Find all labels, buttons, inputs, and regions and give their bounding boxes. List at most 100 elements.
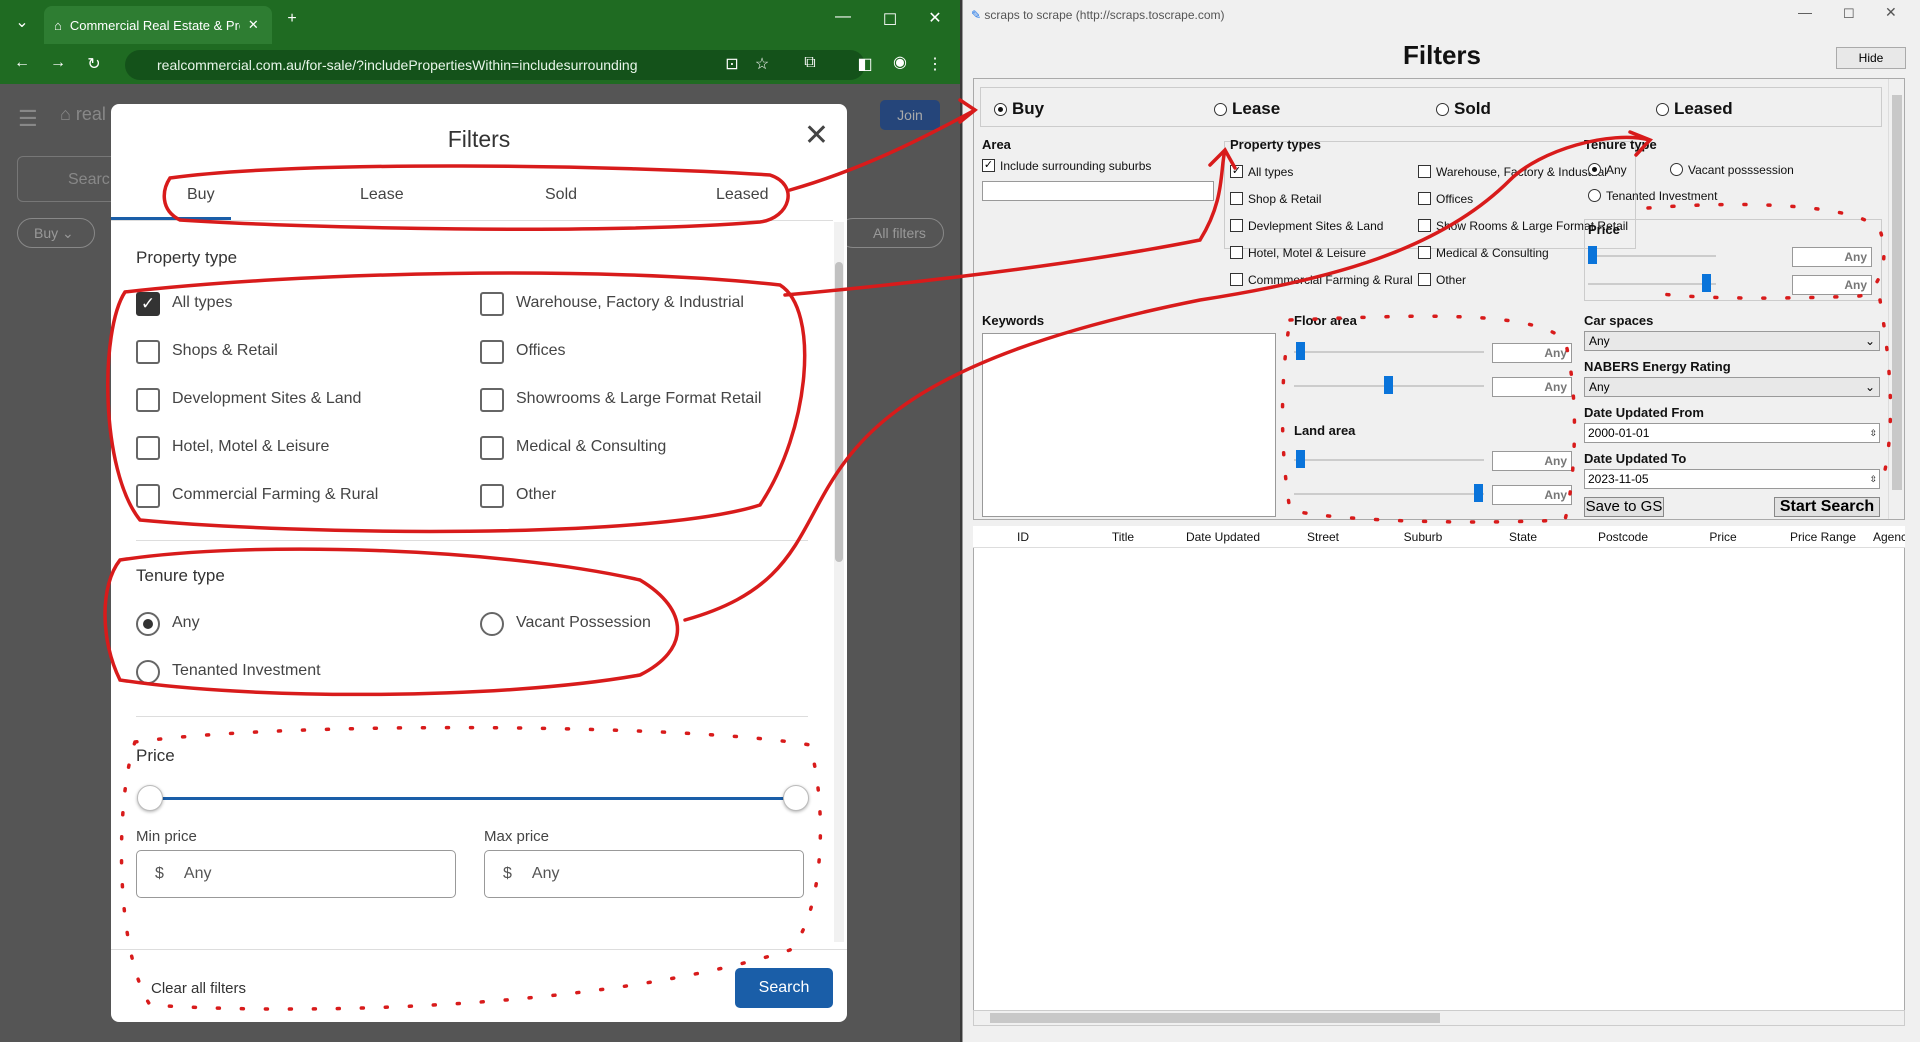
- checkbox-warehouse[interactable]: [1418, 165, 1431, 178]
- keywords-textarea[interactable]: [982, 333, 1276, 517]
- tab-sold[interactable]: Sold: [545, 186, 577, 204]
- tab-search-icon[interactable]: ⌄: [2, 12, 42, 32]
- price-max-handle[interactable]: [783, 785, 809, 811]
- floor-min-input[interactable]: Any: [1492, 343, 1572, 363]
- floor-min-thumb[interactable]: [1296, 342, 1305, 360]
- checkbox-shops[interactable]: [1230, 192, 1243, 205]
- radio-tenanted-investment[interactable]: [1588, 189, 1601, 202]
- checkbox-development[interactable]: [1230, 219, 1243, 232]
- tab-leased[interactable]: Leased: [716, 186, 769, 204]
- column-header[interactable]: ID: [973, 530, 1073, 544]
- floor-min-track[interactable]: [1294, 351, 1484, 353]
- close-tab-icon[interactable]: ✕: [248, 17, 259, 33]
- results-hscrollbar[interactable]: [973, 1010, 1905, 1026]
- all-filters-chip[interactable]: All filters: [838, 218, 944, 248]
- column-header[interactable]: Title: [1073, 530, 1173, 544]
- reload-icon[interactable]: ↻: [74, 54, 114, 74]
- close-icon[interactable]: ✕: [804, 118, 829, 153]
- radio-leased[interactable]: [1656, 103, 1669, 116]
- hamburger-icon[interactable]: ☰: [18, 106, 38, 132]
- avatar-icon[interactable]: ◉: [880, 52, 920, 72]
- checkbox-warehouse[interactable]: [480, 292, 504, 316]
- buy-chip[interactable]: Buy ⌄: [17, 218, 95, 248]
- checkbox-showrooms[interactable]: [1418, 219, 1431, 232]
- land-max-thumb[interactable]: [1474, 484, 1483, 502]
- new-tab-icon[interactable]: +: [272, 10, 312, 28]
- checkbox-hotel[interactable]: [1230, 246, 1243, 259]
- price-min-thumb[interactable]: [1588, 246, 1597, 264]
- panel-scroll-thumb[interactable]: [1892, 95, 1902, 490]
- panel-scrollbar[interactable]: [1888, 79, 1904, 519]
- close-window-icon[interactable]: ✕: [915, 8, 955, 28]
- checkbox-offices[interactable]: [1418, 192, 1431, 205]
- price-min-track[interactable]: [1588, 255, 1716, 257]
- checkbox-offices[interactable]: [480, 340, 504, 364]
- checkbox-medical[interactable]: [1418, 246, 1431, 259]
- forward-icon[interactable]: →: [38, 54, 78, 72]
- star-icon[interactable]: ☆: [742, 54, 782, 74]
- radio-tenure-any[interactable]: [136, 612, 160, 636]
- nabers-select[interactable]: Any ⌄: [1584, 377, 1880, 397]
- checkbox-all-types[interactable]: ✓: [1230, 165, 1243, 178]
- radio-lease[interactable]: [1214, 103, 1227, 116]
- tab-lease[interactable]: Lease: [360, 186, 404, 204]
- column-header[interactable]: State: [1473, 530, 1573, 544]
- column-header[interactable]: Suburb: [1373, 530, 1473, 544]
- checkbox-medical[interactable]: [480, 436, 504, 460]
- checkbox-include-surrounding[interactable]: ✓: [982, 159, 995, 172]
- max-price-input[interactable]: $ Any: [484, 850, 804, 898]
- checkbox-hotel[interactable]: [136, 436, 160, 460]
- column-header[interactable]: Street: [1273, 530, 1373, 544]
- maximize-icon[interactable]: ☐: [1843, 6, 1855, 22]
- price-max-input[interactable]: Any: [1792, 275, 1872, 295]
- column-header[interactable]: Price: [1673, 530, 1773, 544]
- checkbox-other[interactable]: [1418, 273, 1431, 286]
- modal-scrollbar[interactable]: [834, 222, 844, 942]
- land-min-track[interactable]: [1294, 459, 1484, 461]
- radio-buy[interactable]: [994, 103, 1007, 116]
- column-header[interactable]: Date Updated: [1173, 530, 1273, 544]
- min-price-input[interactable]: $ Any: [136, 850, 456, 898]
- radio-vacant-possession[interactable]: [480, 612, 504, 636]
- hide-button[interactable]: Hide: [1836, 47, 1906, 69]
- start-search-button[interactable]: Start Search: [1774, 497, 1880, 517]
- minimize-icon[interactable]: —: [823, 8, 863, 26]
- date-from-input[interactable]: 2000-01-01 ⇳: [1584, 423, 1880, 443]
- price-slider-track[interactable]: [143, 797, 793, 800]
- modal-scroll-thumb[interactable]: [835, 262, 843, 562]
- page-search-input[interactable]: Searc: [17, 156, 117, 202]
- price-max-thumb[interactable]: [1702, 274, 1711, 292]
- spin-icon[interactable]: ⇳: [1869, 470, 1877, 488]
- radio-vacant-possession[interactable]: [1670, 163, 1683, 176]
- checkbox-shops[interactable]: [136, 340, 160, 364]
- menu-icon[interactable]: ⋮: [915, 54, 955, 74]
- hscroll-thumb[interactable]: [990, 1013, 1440, 1023]
- area-input[interactable]: [982, 181, 1214, 201]
- land-max-input[interactable]: Any: [1492, 485, 1572, 505]
- extensions-icon[interactable]: ⧉: [790, 54, 830, 72]
- car-spaces-select[interactable]: Any ⌄: [1584, 331, 1880, 351]
- price-max-track[interactable]: [1588, 283, 1716, 285]
- column-header[interactable]: Price Range: [1773, 530, 1873, 544]
- floor-max-input[interactable]: Any: [1492, 377, 1572, 397]
- join-button[interactable]: Join: [880, 100, 940, 130]
- column-header[interactable]: Agenc: [1873, 530, 1905, 544]
- checkbox-all-types[interactable]: ✓: [136, 292, 160, 316]
- site-logo[interactable]: ⌂ real: [60, 104, 106, 125]
- browser-tab[interactable]: ⌂ Commercial Real Estate & Prop ✕: [44, 6, 272, 44]
- close-window-icon[interactable]: ✕: [1885, 4, 1897, 21]
- date-to-input[interactable]: 2023-11-05 ⇳: [1584, 469, 1880, 489]
- tab-buy[interactable]: Buy: [187, 186, 215, 204]
- checkbox-farming[interactable]: [1230, 273, 1243, 286]
- back-icon[interactable]: ←: [2, 54, 42, 72]
- radio-tenanted-investment[interactable]: [136, 660, 160, 684]
- land-min-input[interactable]: Any: [1492, 451, 1572, 471]
- spin-icon[interactable]: ⇳: [1869, 424, 1877, 442]
- column-header[interactable]: Postcode: [1573, 530, 1673, 544]
- price-min-handle[interactable]: [137, 785, 163, 811]
- minimize-icon[interactable]: —: [1798, 4, 1812, 20]
- clear-all-filters-link[interactable]: Clear all filters: [151, 980, 246, 997]
- floor-max-thumb[interactable]: [1384, 376, 1393, 394]
- land-max-track[interactable]: [1294, 493, 1484, 495]
- checkbox-development[interactable]: [136, 388, 160, 412]
